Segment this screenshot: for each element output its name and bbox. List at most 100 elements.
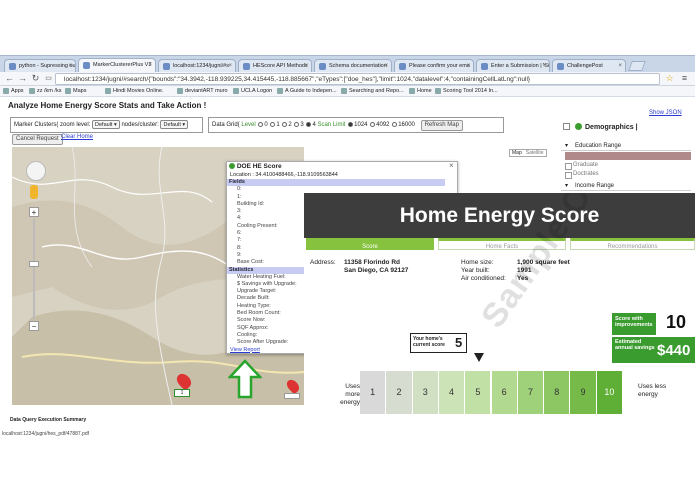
bookmark-item[interactable]: Hindi Movies Online. — [104, 86, 163, 97]
bookmark-item[interactable]: Maps — [64, 86, 86, 97]
browser-tab[interactable]: Please confirm your ema × — [394, 59, 474, 73]
tab-recommendations[interactable]: Recommendations — [570, 238, 695, 250]
maps-icon — [65, 88, 71, 94]
income-range-header[interactable]: ▾ Income Range — [561, 181, 691, 191]
map-type-satellite[interactable]: Satellite — [524, 150, 546, 156]
page-icon — [177, 88, 183, 94]
scale-cell-4: 4 — [438, 371, 466, 414]
browser-tab[interactable]: Enter a Submission | 'Si × — [476, 59, 550, 73]
map-marker-label — [284, 393, 300, 399]
apps-icon — [3, 88, 9, 94]
income-range-panel: ▾ Income Range — [561, 181, 691, 191]
bookmark-item[interactable]: Scoring Tool 2014 In... — [434, 86, 498, 97]
scale-cell-8: 8 — [544, 371, 571, 414]
level-radio-2[interactable] — [282, 121, 288, 127]
bookmark-item[interactable]: UCLA Logon — [232, 86, 272, 97]
page-title: Analyze Home Energy Score Stats and Take… — [8, 101, 207, 110]
year-built-label: Year built: — [461, 267, 490, 274]
education-option[interactable]: Graduate — [561, 161, 691, 170]
bookmark-item[interactable]: Apps — [2, 86, 24, 97]
scan-limit-radio-1024[interactable] — [348, 121, 354, 127]
new-tab-button[interactable] — [628, 61, 646, 71]
forward-arrow-icon[interactable]: → — [17, 73, 28, 84]
bookmark-item[interactable]: A Guide to Indepen... — [276, 86, 337, 97]
education-option[interactable]: Doctrates — [561, 170, 691, 179]
tab-favicon-icon — [243, 63, 250, 70]
info-window-header: DOE HE Score — [227, 162, 457, 172]
folder-icon — [29, 88, 35, 94]
scale-cell-2: 2 — [386, 371, 413, 414]
browser-tab[interactable]: Schema documentation × — [314, 59, 392, 73]
fields-header: Fields — [227, 179, 445, 187]
score-with-improvements-label: Score with improvements — [612, 313, 656, 335]
browser-tab[interactable]: localhost:1234/jugni/#s × — [158, 59, 236, 73]
tab-favicon-icon — [83, 62, 90, 69]
close-tab-icon[interactable]: × — [148, 59, 152, 72]
level-radio-1[interactable] — [270, 121, 276, 127]
nodes-per-cluster-select[interactable]: Default ▾ — [160, 119, 189, 129]
zoom-slider-track[interactable] — [33, 219, 35, 319]
uses-more-energy-label: Uses more energy — [340, 383, 360, 406]
pegman-icon[interactable] — [30, 185, 38, 199]
status-dot-icon — [575, 123, 582, 130]
browser-tab[interactable]: HEScore API Methods × — [238, 59, 312, 73]
menu-icon[interactable]: ≡ — [679, 73, 690, 84]
zoom-slider-handle[interactable] — [29, 261, 39, 267]
map-marker-label: 1 — [174, 389, 190, 397]
current-score-pointer — [474, 353, 484, 362]
reload-icon[interactable]: ↻ — [30, 73, 41, 84]
hes-title: Home Energy Score — [304, 193, 695, 238]
current-score-callout: Your home's current score 5 — [410, 333, 467, 353]
scale-cell-5: 5 — [465, 371, 492, 414]
tab-favicon-icon — [557, 63, 564, 70]
refresh-map-button[interactable]: Refresh Map — [420, 120, 463, 131]
show-json-link[interactable]: Show JSON — [649, 110, 682, 116]
back-arrow-icon[interactable]: ← — [4, 73, 15, 84]
annual-savings-label: Estimated annual savings — [615, 339, 655, 351]
browser-tab[interactable]: ChallengePost × — [552, 59, 626, 73]
marker-clusters-fieldset: Marker Clusters( zoom level: Default ▾ n… — [10, 117, 203, 133]
level-radio-3[interactable] — [294, 121, 300, 127]
bookmark-item[interactable]: zz /km /ks — [28, 86, 61, 97]
data-query-summary: Data Query Execution Summary — [10, 417, 87, 423]
tab-favicon-icon — [399, 63, 406, 70]
bookmark-item[interactable]: deviantART muro — [176, 86, 228, 97]
hes-tabs: Score Home Facts Recommendations — [304, 238, 695, 250]
close-icon[interactable]: × — [449, 162, 454, 170]
map-type-control[interactable]: Map Satellite — [509, 149, 547, 157]
level-radio-0[interactable] — [258, 121, 264, 127]
scan-limit-radio-4092[interactable] — [370, 121, 376, 127]
zoom-out-button[interactable]: − — [29, 321, 39, 331]
clear-home-link[interactable]: Clear Home — [61, 134, 93, 140]
cancel-request-button[interactable]: Cancel Request — [12, 134, 63, 145]
uses-less-energy-label: Uses less energy — [638, 383, 667, 398]
browser-tab[interactable]: python - Supressing ou × — [4, 59, 76, 73]
current-score-value: 5 — [455, 335, 463, 350]
demographics-checkbox[interactable] — [563, 123, 570, 130]
zoom-level-select[interactable]: Default ▾ — [92, 119, 120, 129]
map-type-map[interactable]: Map — [510, 150, 524, 156]
browser-tab-active[interactable]: MarkerClustererPlus V3 × — [78, 58, 156, 73]
browser-nav-bar: ← → ↻ ▭ localhost:1234/jugni/#search/{"b… — [0, 72, 695, 86]
address-label: Address: — [310, 259, 336, 266]
scale-cell-7: 7 — [517, 371, 545, 414]
tab-favicon-icon — [163, 63, 170, 70]
zoom-in-button[interactable]: + — [29, 207, 39, 217]
demographics-title: Demographics | — [585, 124, 638, 131]
scan-limit-radio-16000[interactable] — [392, 121, 398, 127]
map-pan-control[interactable] — [26, 161, 46, 181]
tab-score[interactable]: Score — [306, 238, 434, 250]
address-line-1: 11358 Florindo Rd — [344, 259, 400, 266]
education-range-header[interactable]: ▾ Education Range — [561, 141, 691, 151]
score-with-improvements-value: 10 — [666, 312, 687, 332]
address-bar[interactable]: localhost:1234/jugni/#search/{"bounds":"… — [55, 73, 660, 85]
improvements-panel: Score with improvements 10 Estimated ann… — [608, 310, 695, 365]
chevron-down-icon: ▾ — [565, 143, 569, 149]
bookmark-item[interactable]: Searching and Repo... — [340, 86, 404, 97]
bookmark-item[interactable]: Home — [408, 86, 432, 97]
chevron-down-icon: ▾ — [565, 183, 569, 189]
level-radio-4[interactable] — [306, 121, 312, 127]
scale-cell-9: 9 — [570, 371, 597, 414]
bookmark-star-icon[interactable]: ☆ — [664, 73, 675, 84]
education-highlight-row[interactable] — [565, 152, 691, 160]
